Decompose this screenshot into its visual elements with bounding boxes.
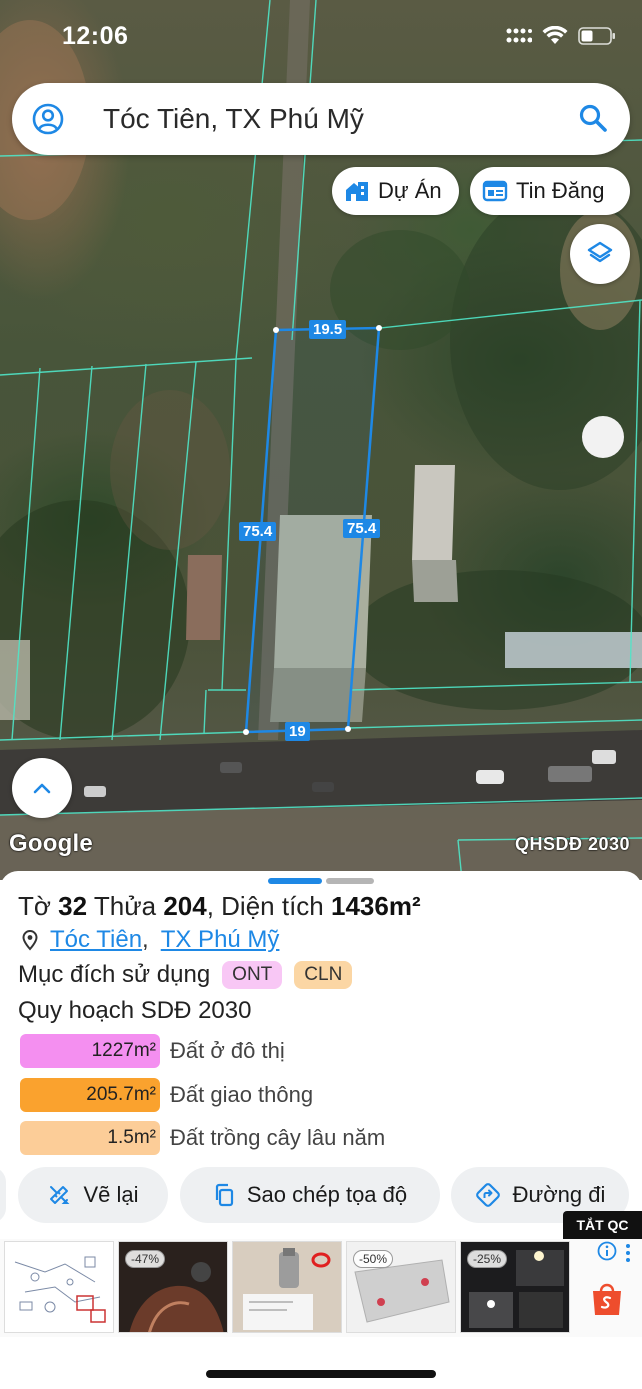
search-input[interactable]: Tóc Tiên, TX Phú Mỹ (103, 103, 364, 135)
copy-icon (215, 1183, 233, 1207)
sheet-page-indicator[interactable] (326, 878, 374, 884)
sheet-prefix: Tờ (18, 891, 51, 921)
plan-label-perennial-crops: Đất trồng cây lâu năm (170, 1125, 386, 1150)
floating-assist-button[interactable] (582, 416, 624, 458)
sheet-page-indicator-active[interactable] (268, 878, 322, 884)
search-bar[interactable]: Tóc Tiên, TX Phú Mỹ (12, 83, 630, 155)
planning-title: Quy hoạch SDĐ 2030 (18, 997, 252, 1024)
redraw-label: Vẽ lại (83, 1182, 139, 1207)
sheet-number: 32 (58, 891, 88, 921)
projects-label: Dự Án (378, 178, 442, 203)
cellular-signal-icon (506, 28, 532, 43)
map-layers-button[interactable] (570, 224, 630, 284)
chevron-up-icon (33, 783, 51, 794)
plan-row-transport: 205.7m² Đất giao thông (20, 1078, 313, 1112)
parcel-location: Tóc Tiên , TX Phú Mỹ (20, 926, 279, 954)
parcel-dimension-bottom: 19 (285, 722, 310, 741)
ad-product-lights[interactable]: -25% (460, 1241, 570, 1333)
directions-label: Đường đi (512, 1182, 606, 1207)
directions-icon (475, 1183, 500, 1207)
plan-row-perennial-crops: 1.5m² Đất trồng cây lâu năm (20, 1121, 385, 1155)
user-account-icon[interactable] (32, 103, 64, 135)
ad-product-car-seat[interactable]: -47% (118, 1241, 228, 1333)
location-pin-icon (22, 929, 38, 951)
status-bar: 12:06 (0, 0, 642, 70)
town-link[interactable]: TX Phú Mỹ (161, 926, 280, 954)
parcel-dimension-left: 75.4 (239, 522, 277, 541)
copy-coordinates-button[interactable]: Sao chép tọa độ (180, 1167, 440, 1223)
lot-prefix: Thửa (93, 891, 157, 921)
building-icon (346, 182, 368, 201)
expand-panel-button[interactable] (12, 758, 72, 818)
parcel-dimension-right: 75.4 (343, 519, 381, 538)
ad-product-part[interactable] (232, 1241, 342, 1333)
google-attribution: Google (9, 830, 93, 857)
home-indicator[interactable] (206, 1370, 436, 1378)
search-icon[interactable] (578, 103, 608, 133)
purpose-label: Mục đích sử dụng (18, 961, 211, 988)
ad-discount-badge-1: -47% (125, 1250, 166, 1268)
plan-area-urban-residential: 1227m² (20, 1034, 160, 1068)
plan-label-transport: Đất giao thông (170, 1082, 314, 1107)
ad-info-icon[interactable] (597, 1241, 617, 1261)
battery-icon (578, 27, 615, 45)
product-diagram-image (5, 1242, 113, 1332)
ruler-pencil-icon (50, 1186, 70, 1204)
parcel-info-sheet: Tờ 32 Thửa 204, Diện tích 1436m² Tóc Tiê… (0, 871, 642, 1389)
status-time: 12:06 (62, 22, 129, 50)
ad-banner[interactable]: -47% -50% -25% (0, 1239, 642, 1337)
projects-button[interactable]: Dự Án (332, 167, 459, 215)
newspaper-icon (482, 180, 508, 202)
plan-row-urban-residential: 1227m² Đất ở đô thị (20, 1034, 285, 1068)
more-vertical-icon[interactable] (624, 1243, 632, 1263)
redraw-button[interactable]: Vẽ lại (18, 1167, 168, 1223)
ad-product-mat[interactable]: -50% (346, 1241, 456, 1333)
plan-area-transport: 205.7m² (20, 1078, 160, 1112)
parcel-title: Tờ 32 Thửa 204, Diện tích 1436m² (18, 891, 421, 922)
ad-discount-badge-3: -25% (467, 1250, 508, 1268)
parcel-area: 1436m² (331, 891, 421, 921)
map-view[interactable]: 19.5 75.4 75.4 19 12:06 Tóc Tiên, TX Phú… (0, 0, 642, 880)
layers-icon (587, 241, 613, 263)
auto-part-image (233, 1242, 341, 1332)
status-icons (506, 26, 616, 46)
action-bar: Vẽ lại Sao chép tọa độ Đường đi (0, 1167, 642, 1223)
ad-product-diagram[interactable] (4, 1241, 114, 1333)
copy-coordinates-label: Sao chép tọa độ (246, 1182, 408, 1207)
plan-label-urban-residential: Đất ở đô thị (170, 1038, 285, 1063)
listings-label: Tin Đăng (516, 178, 605, 203)
ward-link[interactable]: Tóc Tiên (50, 926, 142, 954)
purpose-tag-cln: CLN (294, 961, 353, 989)
plan-area-perennial-crops: 1.5m² (20, 1121, 160, 1155)
land-use-purpose: Mục đích sử dụng ONT CLN (18, 961, 353, 989)
ad-discount-badge-2: -50% (353, 1250, 394, 1268)
close-ad-button[interactable]: TẮT QC (563, 1211, 642, 1239)
lot-number: 204 (163, 891, 207, 921)
area-prefix: , Diện tích (206, 891, 324, 921)
shopping-bag-icon[interactable] (590, 1281, 624, 1317)
wifi-icon (542, 26, 568, 44)
hidden-action-button[interactable] (0, 1167, 6, 1223)
parcel-dimension-top: 19.5 (309, 320, 347, 339)
listings-button[interactable]: Tin Đăng (470, 167, 630, 215)
planning-overlay-label: QHSDĐ 2030 (514, 834, 630, 854)
location-separator: , (142, 926, 149, 953)
purpose-tag-ont: ONT (222, 961, 283, 989)
